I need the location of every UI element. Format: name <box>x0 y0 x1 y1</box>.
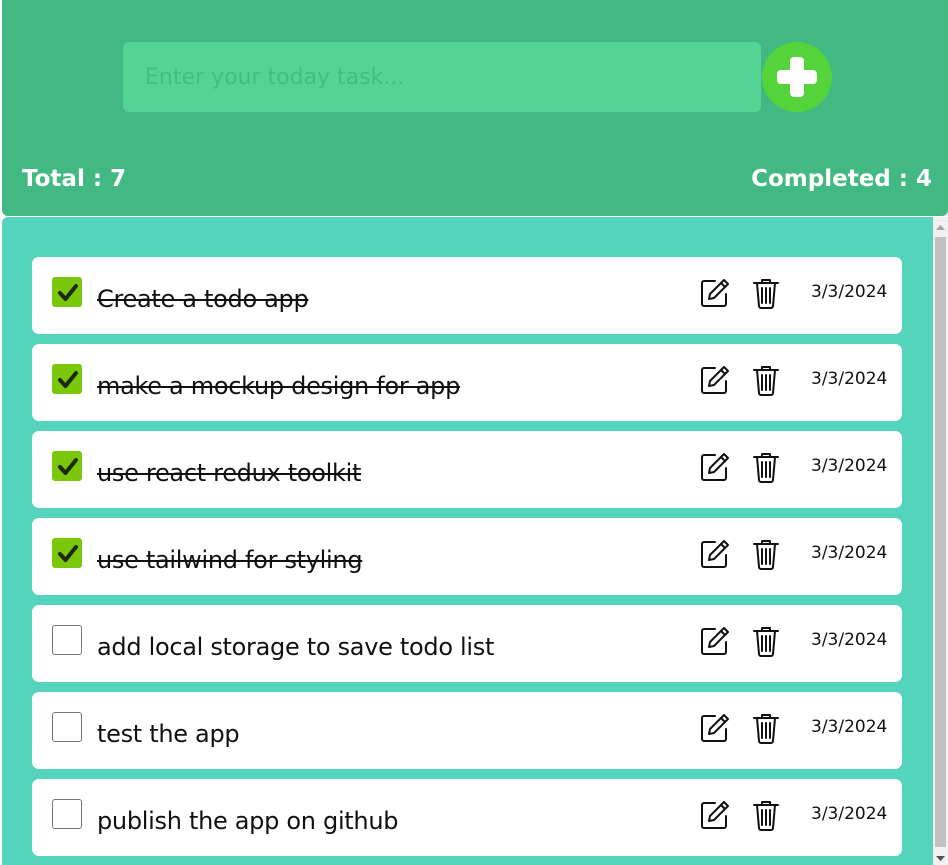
completed-count: Completed : 4 <box>751 166 932 192</box>
todo-date: 3/3/2024 <box>811 543 888 563</box>
todo-app: Total : 7 Completed : 4 Create a todo ap… <box>0 0 948 865</box>
edit-icon[interactable] <box>699 364 731 396</box>
todo-text: publish the app on github <box>97 807 399 835</box>
checkmark-icon <box>58 371 78 388</box>
todo-item: add local storage to save todo list 3/3/… <box>32 605 902 682</box>
todo-text: use react redux toolkit <box>97 459 362 487</box>
trash-icon[interactable] <box>752 277 780 309</box>
todo-item: Create a todo app 3/3/2024 <box>32 257 902 334</box>
todo-item: make a mockup design for app 3/3/2024 <box>32 344 902 421</box>
todo-list: Create a todo app 3/3/2024 make a mockup… <box>2 217 933 865</box>
todo-date: 3/3/2024 <box>811 804 888 824</box>
edit-icon[interactable] <box>699 625 731 657</box>
todo-checkbox[interactable] <box>52 451 82 481</box>
todo-date: 3/3/2024 <box>811 282 888 302</box>
todo-item: test the app 3/3/2024 <box>32 692 902 769</box>
checkmark-icon <box>58 458 78 475</box>
todo-checkbox[interactable] <box>52 538 82 568</box>
todo-text: make a mockup design for app <box>97 372 461 400</box>
trash-icon[interactable] <box>752 538 780 570</box>
todo-checkbox[interactable] <box>52 625 82 655</box>
todo-item: use tailwind for styling 3/3/2024 <box>32 518 902 595</box>
trash-icon[interactable] <box>752 712 780 744</box>
todo-text: use tailwind for styling <box>97 546 363 574</box>
todo-text: add local storage to save todo list <box>97 633 495 661</box>
todo-checkbox[interactable] <box>52 277 82 307</box>
todo-date: 3/3/2024 <box>811 369 888 389</box>
trash-icon[interactable] <box>752 799 780 831</box>
todo-date: 3/3/2024 <box>811 717 888 737</box>
scroll-down-arrow-icon[interactable] <box>933 851 948 865</box>
todo-item: publish the app on github 3/3/2024 <box>32 779 902 856</box>
task-input[interactable] <box>123 42 761 112</box>
edit-icon[interactable] <box>699 277 731 309</box>
header: Total : 7 Completed : 4 <box>2 0 948 216</box>
scroll-thumb[interactable] <box>935 237 946 847</box>
edit-icon[interactable] <box>699 799 731 831</box>
trash-icon[interactable] <box>752 364 780 396</box>
edit-icon[interactable] <box>699 451 731 483</box>
edit-icon[interactable] <box>699 538 731 570</box>
total-count: Total : 7 <box>22 166 127 192</box>
todo-date: 3/3/2024 <box>811 456 888 476</box>
trash-icon[interactable] <box>752 451 780 483</box>
todo-checkbox[interactable] <box>52 712 82 742</box>
checkmark-icon <box>58 545 78 562</box>
trash-icon[interactable] <box>752 625 780 657</box>
todo-text: Create a todo app <box>97 285 309 313</box>
scroll-up-arrow-icon[interactable] <box>933 221 948 235</box>
checkmark-icon <box>58 284 78 301</box>
scrollbar[interactable] <box>933 217 948 865</box>
add-task-button[interactable] <box>762 42 832 112</box>
todo-item: use react redux toolkit 3/3/2024 <box>32 431 902 508</box>
todo-checkbox[interactable] <box>52 364 82 394</box>
todo-checkbox[interactable] <box>52 799 82 829</box>
todo-text: test the app <box>97 720 240 748</box>
todo-date: 3/3/2024 <box>811 630 888 650</box>
edit-icon[interactable] <box>699 712 731 744</box>
